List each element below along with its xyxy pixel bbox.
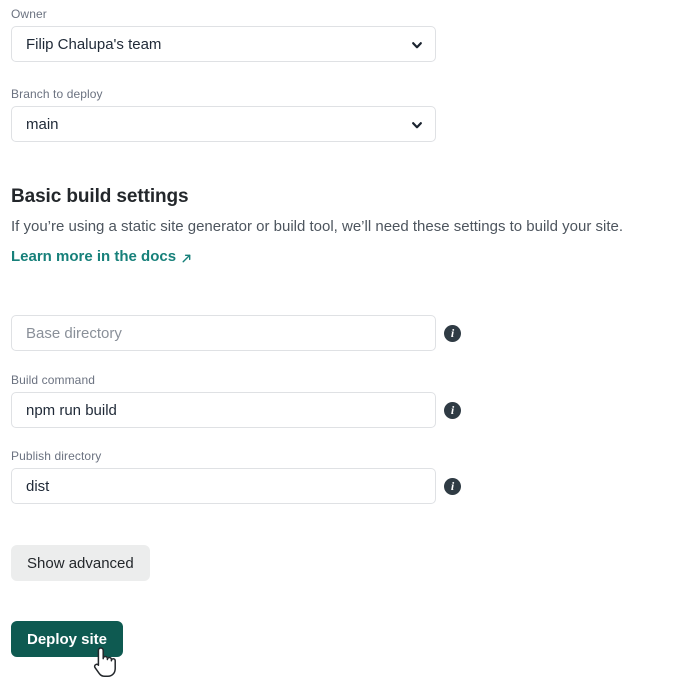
deploy-settings-page: Owner Filip Chalupa's team Branch to dep… bbox=[0, 0, 676, 685]
owner-select-wrap: Filip Chalupa's team bbox=[11, 26, 436, 62]
branch-label: Branch to deploy bbox=[11, 87, 103, 101]
owner-field-group: Owner Filip Chalupa's team bbox=[0, 6, 436, 62]
owner-select[interactable]: Filip Chalupa's team bbox=[11, 26, 436, 62]
learn-more-docs-label: Learn more in the docs bbox=[11, 248, 177, 265]
build-command-value: npm run build bbox=[26, 401, 117, 419]
build-settings-description: If you’re using a static site generator … bbox=[11, 218, 624, 235]
external-link-arrow-icon bbox=[181, 251, 192, 263]
base-directory-input[interactable]: Base directory bbox=[11, 315, 436, 351]
owner-label: Owner bbox=[11, 7, 47, 21]
publish-directory-input[interactable]: dist bbox=[11, 468, 436, 504]
page-title: Basic build settings bbox=[11, 186, 189, 207]
base-directory-placeholder: Base directory bbox=[26, 324, 122, 342]
branch-select-wrap: main bbox=[11, 106, 436, 142]
info-icon[interactable]: i bbox=[444, 324, 461, 342]
branch-field-group: Branch to deploy main bbox=[0, 86, 436, 142]
base-directory-field-group: Base directory i bbox=[0, 315, 461, 351]
owner-select-value: Filip Chalupa's team bbox=[26, 35, 162, 53]
build-command-field-group: Build command npm run build i bbox=[0, 372, 461, 428]
build-settings-section: Basic build settings If you’re using a s… bbox=[0, 186, 623, 266]
info-icon[interactable]: i bbox=[444, 477, 461, 495]
build-command-label: Build command bbox=[11, 373, 96, 387]
deploy-site-button[interactable]: Deploy site bbox=[11, 621, 124, 657]
info-icon[interactable]: i bbox=[444, 401, 461, 419]
branch-select[interactable]: main bbox=[11, 106, 436, 142]
build-command-input[interactable]: npm run build bbox=[11, 392, 436, 428]
learn-more-docs-link[interactable]: Learn more in the docs bbox=[11, 248, 192, 265]
publish-directory-label: Publish directory bbox=[11, 449, 102, 463]
branch-select-value: main bbox=[26, 115, 59, 133]
publish-directory-field-group: Publish directory dist i bbox=[0, 448, 461, 504]
publish-directory-value: dist bbox=[26, 477, 50, 495]
show-advanced-button[interactable]: Show advanced bbox=[11, 545, 150, 581]
